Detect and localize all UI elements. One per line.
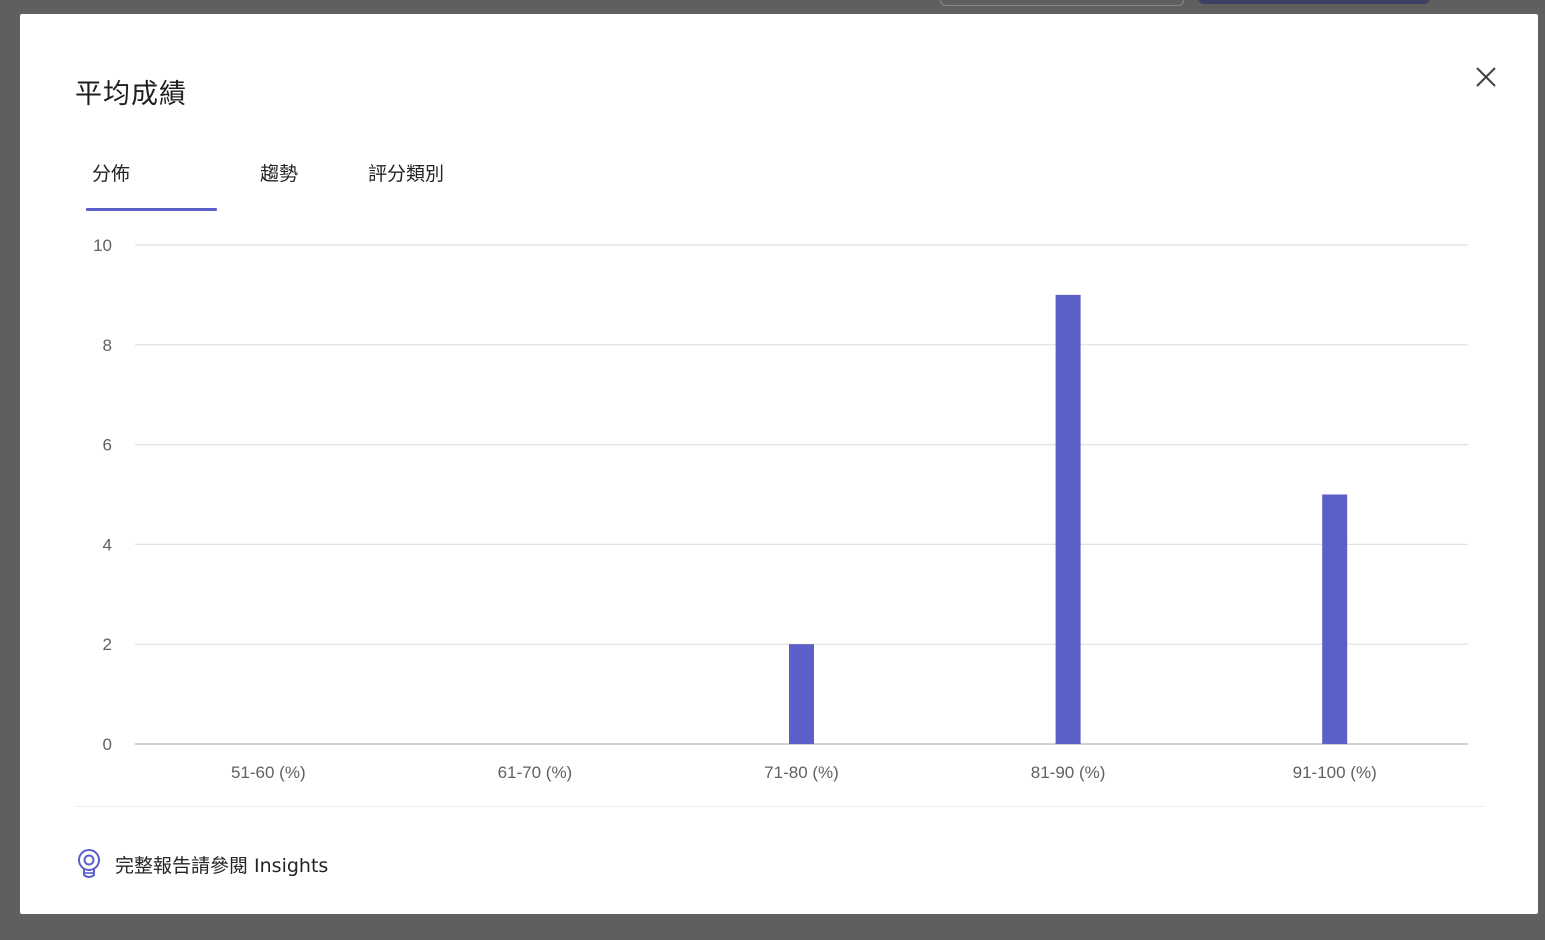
x-tick-label: 51-60 (%) [231,763,306,782]
average-grade-dialog: 平均成績 分佈 趨勢 評分類別 0 2 4 6 8 10 51-60 (%) 61-70 (%… [20,14,1538,914]
y-tick-label: 6 [103,436,112,455]
x-tick-label: 61-70 (%) [498,763,573,782]
grade-distribution-chart: 0 2 4 6 8 10 51-60 (%) 61-70 (%) 71-80 (%) 81-90 … [93,236,1468,782]
y-tick-label: 10 [93,236,112,255]
x-tick-label: 91-100 (%) [1293,763,1377,782]
lightbulb-icon [78,849,100,878]
bar[interactable] [1055,294,1081,744]
insights-link-text: 完整報告請參閱 Insights [115,854,329,877]
y-tick-label: 2 [103,635,112,654]
footer-divider [75,806,1485,807]
background-button-primary [1198,0,1430,4]
y-tick-label: 4 [103,535,112,554]
bar[interactable] [1322,494,1348,745]
x-tick-label: 81-90 (%) [1031,763,1106,782]
y-tick-label: 0 [103,735,112,754]
background-button-outline [940,0,1184,6]
bar[interactable] [789,644,814,744]
x-tick-label: 71-80 (%) [764,763,839,782]
insights-link[interactable]: 完整報告請參閱 Insights [75,844,328,884]
y-tick-label: 8 [103,336,112,355]
